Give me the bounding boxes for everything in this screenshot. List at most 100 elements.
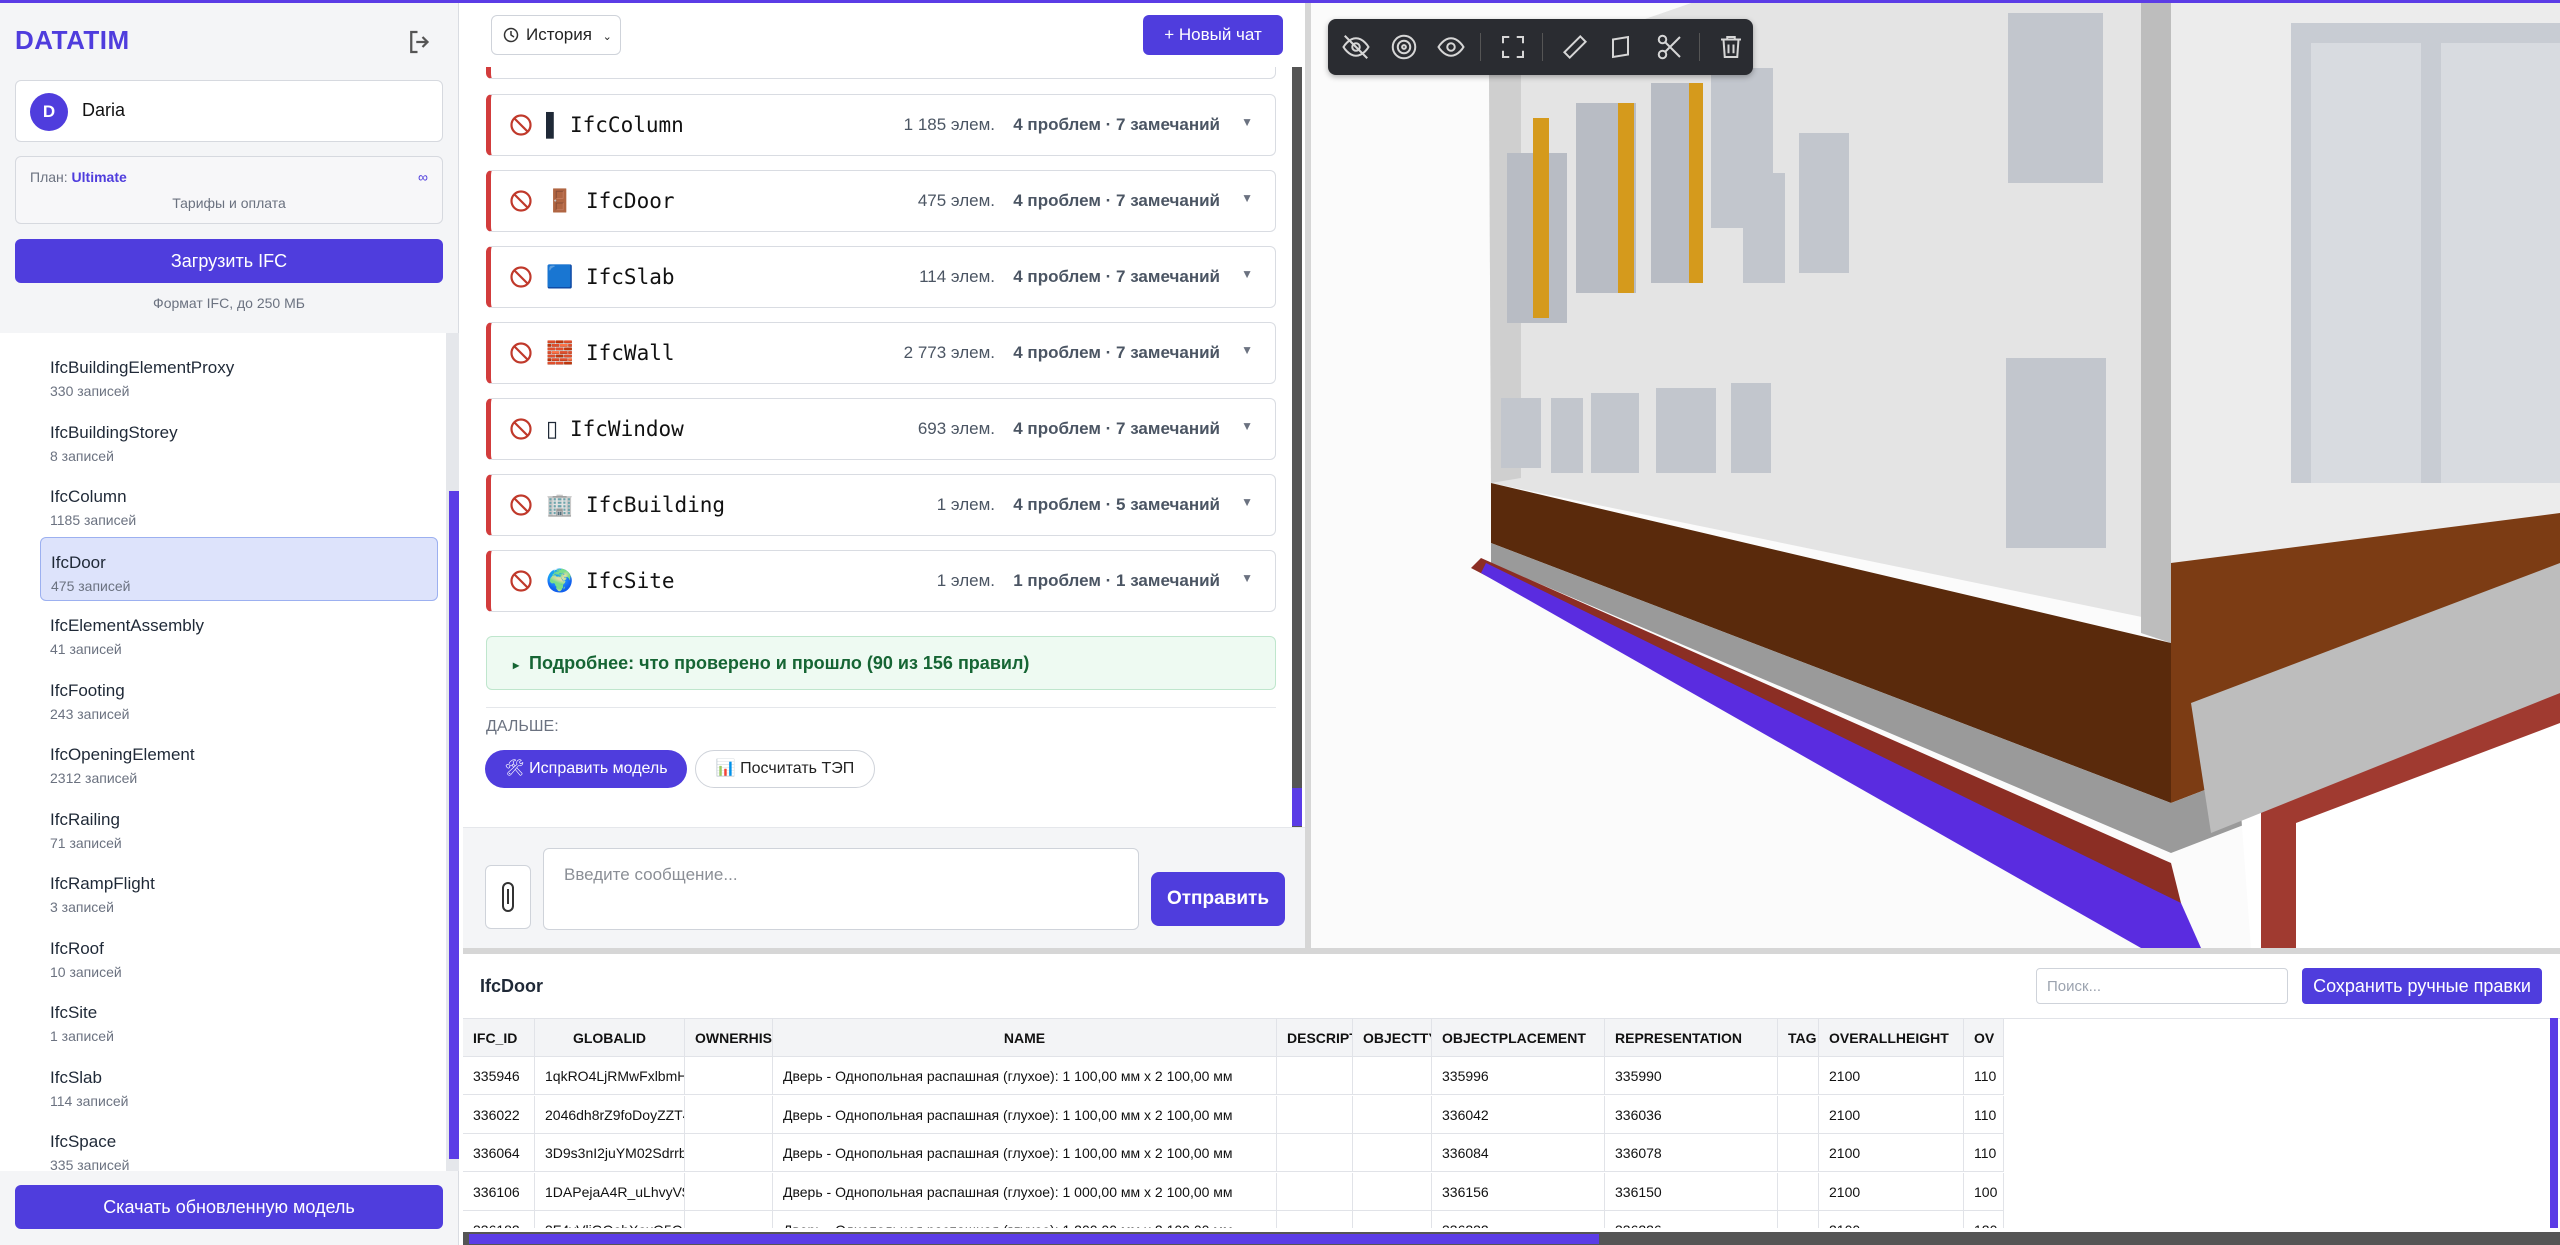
- table-cell[interactable]: 110: [1964, 1095, 2004, 1134]
- sidebar-item-ifcelementassembly[interactable]: IfcElementAssembly 41 записей: [40, 601, 438, 665]
- column-header-ownerhistory[interactable]: OWNERHISTORY: [685, 1019, 773, 1057]
- table-cell[interactable]: 336106: [463, 1172, 535, 1211]
- table-cell[interactable]: [685, 1172, 773, 1211]
- table-cell[interactable]: 1qkRO4LjRMwFxlbmHiciN_: [535, 1057, 685, 1095]
- building-3d-render[interactable]: [1311, 3, 2560, 948]
- table-cell[interactable]: 336150: [1605, 1172, 1778, 1211]
- sidebar-item-ifcsite[interactable]: IfcSite 1 записей: [40, 988, 438, 1052]
- table-cell[interactable]: 100: [1964, 1172, 2004, 1211]
- column-header-ov[interactable]: OV: [1964, 1019, 2004, 1057]
- history-button[interactable]: История ⌄: [491, 15, 621, 55]
- table-cell[interactable]: [1277, 1095, 1353, 1134]
- table-cell[interactable]: [1353, 1211, 1432, 1228]
- table-cell[interactable]: [1778, 1134, 1819, 1172]
- table-cell[interactable]: [1778, 1211, 1819, 1228]
- table-cell[interactable]: 336064: [463, 1134, 535, 1172]
- column-header-description[interactable]: DESCRIPTION: [1277, 1019, 1353, 1057]
- check-card-ifcwindow[interactable]: ▯ IfcWindow 693 элем. 4 проблем · 7 замечан…: [486, 398, 1276, 460]
- table-cell[interactable]: 2100: [1819, 1057, 1964, 1095]
- table-vscroll-thumb[interactable]: [2550, 1018, 2558, 1228]
- table-cell[interactable]: 110: [1964, 1057, 2004, 1095]
- chevron-down-icon[interactable]: ▼: [1241, 191, 1253, 205]
- table-cell[interactable]: [1277, 1057, 1353, 1095]
- table-cell[interactable]: 2100: [1819, 1211, 1964, 1228]
- table-cell[interactable]: [1353, 1057, 1432, 1095]
- user-card[interactable]: D Daria: [15, 80, 443, 142]
- chevron-down-icon[interactable]: ▼: [1241, 495, 1253, 509]
- column-header-name[interactable]: NAME: [773, 1019, 1277, 1057]
- column-header-representation[interactable]: REPRESENTATION: [1605, 1019, 1778, 1057]
- table-cell[interactable]: 336078: [1605, 1134, 1778, 1172]
- chevron-down-icon[interactable]: ▼: [1241, 571, 1253, 585]
- table-search-input[interactable]: [2036, 968, 2288, 1004]
- check-card-ifcsite[interactable]: 🌍 IfcSite 1 элем. 1 проблем · 1 замечаний ▼: [486, 550, 1276, 612]
- table-cell[interactable]: 336226: [1605, 1211, 1778, 1228]
- upload-ifc-button[interactable]: Загрузить IFC: [15, 239, 443, 283]
- table-cell[interactable]: [1353, 1134, 1432, 1172]
- table-cell[interactable]: Дверь - Однопольная распашная (глухое): …: [773, 1057, 1277, 1095]
- download-model-button[interactable]: Скачать обновленную модель: [15, 1185, 443, 1229]
- logout-icon[interactable]: [405, 27, 435, 57]
- sidebar-item-ifcfooting[interactable]: IfcFooting 243 записей: [40, 666, 438, 730]
- table-cell[interactable]: [1778, 1057, 1819, 1095]
- table-cell[interactable]: 336232: [1432, 1211, 1605, 1228]
- column-header-ifc_id[interactable]: IFC_ID: [463, 1019, 535, 1057]
- table-cell[interactable]: 336182: [463, 1211, 535, 1228]
- chevron-down-icon[interactable]: ▼: [1241, 419, 1253, 433]
- calculate-tep-button[interactable]: 📊 Посчитать ТЭП: [695, 750, 875, 788]
- table-cell[interactable]: Дверь - Однопольная распашная (глухое): …: [773, 1211, 1277, 1228]
- sidebar-item-ifcrailing[interactable]: IfcRailing 71 записей: [40, 795, 438, 859]
- table-cell[interactable]: 2100: [1819, 1134, 1964, 1172]
- sidebar-item-ifcopeningelement[interactable]: IfcOpeningElement 2312 записей: [40, 730, 438, 794]
- table-cell[interactable]: [1277, 1134, 1353, 1172]
- send-button[interactable]: Отправить: [1151, 872, 1285, 926]
- table-cell[interactable]: 2100: [1819, 1172, 1964, 1211]
- table-cell[interactable]: 336084: [1432, 1134, 1605, 1172]
- column-header-overallheight[interactable]: OVERALLHEIGHT: [1819, 1019, 1964, 1057]
- clip-icon[interactable]: [1655, 32, 1685, 62]
- hide-icon[interactable]: [1341, 32, 1371, 62]
- table-cell[interactable]: [1778, 1172, 1819, 1211]
- message-input[interactable]: [543, 848, 1139, 930]
- table-cell[interactable]: 120: [1964, 1211, 2004, 1228]
- chat-scrollbar[interactable]: [1292, 67, 1302, 827]
- table-cell[interactable]: 3F4yVliGQobXoxQ5OIwuci: [535, 1211, 685, 1228]
- measure-icon[interactable]: [1560, 32, 1590, 62]
- save-edits-button[interactable]: Сохранить ручные правки: [2302, 968, 2542, 1004]
- fix-model-button[interactable]: 🛠 Исправить модель: [485, 750, 687, 788]
- sidebar-item-ifcspace[interactable]: IfcSpace 335 записей: [40, 1117, 438, 1171]
- fit-icon[interactable]: [1498, 32, 1528, 62]
- sidebar-item-ifcroof[interactable]: IfcRoof 10 записей: [40, 924, 438, 988]
- chevron-down-icon[interactable]: ▼: [1241, 115, 1253, 129]
- table-cell[interactable]: Дверь - Однопольная распашная (глухое): …: [773, 1172, 1277, 1211]
- sidebar-item-ifcbuildingstorey[interactable]: IfcBuildingStorey 8 записей: [40, 408, 438, 472]
- column-header-objecttype[interactable]: OBJECTTYPE: [1353, 1019, 1432, 1057]
- table-cell[interactable]: 336156: [1432, 1172, 1605, 1211]
- table-cell[interactable]: [685, 1095, 773, 1134]
- table-cell[interactable]: [1353, 1172, 1432, 1211]
- table-cell[interactable]: [685, 1211, 773, 1228]
- table-cell[interactable]: 336022: [463, 1095, 535, 1134]
- sidebar-item-ifcslab[interactable]: IfcSlab 114 записей: [40, 1053, 438, 1117]
- check-card-ifccolumn[interactable]: ▌ IfcColumn 1 185 элем. 4 проблем · 7 замеч…: [486, 94, 1276, 156]
- pricing-link[interactable]: Тарифы и оплата: [16, 195, 442, 211]
- table-cell[interactable]: 335946: [463, 1057, 535, 1095]
- chat-scroll-thumb[interactable]: [1292, 788, 1302, 826]
- table-cell[interactable]: [1277, 1211, 1353, 1228]
- new-chat-button[interactable]: + Новый чат: [1143, 15, 1283, 55]
- table-cell[interactable]: 2100: [1819, 1095, 1964, 1134]
- table-cell[interactable]: 1DAPejaA4R_uLhvyV$1ITe: [535, 1172, 685, 1211]
- table-cell[interactable]: 336036: [1605, 1095, 1778, 1134]
- sidebar-scroll-thumb[interactable]: [449, 491, 459, 1159]
- passed-rules-toggle[interactable]: ▸ Подробнее: что проверено и прошло (90 и…: [486, 636, 1276, 690]
- check-card-ifcbuilding[interactable]: 🏢 IfcBuilding 1 элем. 4 проблем · 5 замечан…: [486, 474, 1276, 536]
- table-cell[interactable]: [1353, 1095, 1432, 1134]
- table-cell[interactable]: [1277, 1172, 1353, 1211]
- chevron-down-icon[interactable]: ▼: [1241, 267, 1253, 281]
- table-cell[interactable]: [685, 1134, 773, 1172]
- table-cell[interactable]: Дверь - Однопольная распашная (глухое): …: [773, 1095, 1277, 1134]
- show-icon[interactable]: [1436, 32, 1466, 62]
- model-viewer[interactable]: [1311, 3, 2560, 948]
- check-card-ifcwall[interactable]: 🧱 IfcWall 2 773 элем. 4 проблем · 7 замечан…: [486, 322, 1276, 384]
- check-card-ifcdoor[interactable]: 🚪 IfcDoor 475 элем. 4 проблем · 7 замечаний…: [486, 170, 1276, 232]
